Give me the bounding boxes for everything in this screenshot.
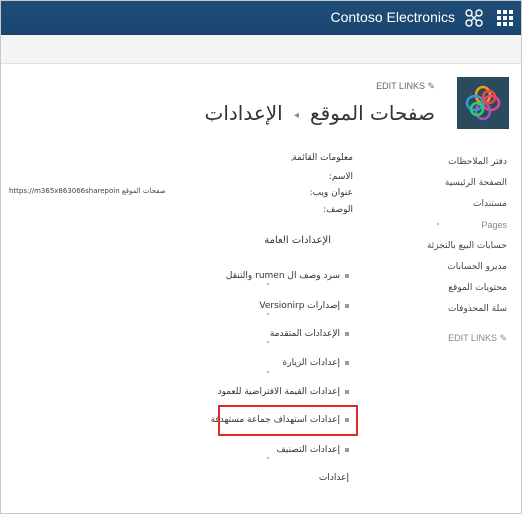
site-logo[interactable] — [457, 77, 509, 129]
pencil-icon: ✎ — [496, 333, 507, 343]
suite-bar: Contoso Electronics — [1, 1, 521, 35]
nav-item-documents[interactable]: مستندات — [387, 197, 507, 218]
bullet-icon — [345, 389, 349, 394]
nav-item-site-contents[interactable]: محتويات الموقع — [387, 281, 507, 302]
setting-label: إصدارات Versionirp — [259, 301, 340, 311]
list-info-title: معلومات القائمة — [292, 153, 353, 163]
nav-item-retail-accounts[interactable]: حسابات البيع بالتجزئة — [387, 239, 507, 260]
web-address-value: https://m365x863066sharepoin صفحات الموق… — [9, 187, 166, 195]
highlight-box — [218, 405, 358, 436]
edit-links-nav[interactable]: ✎ EDIT LINKS — [448, 333, 507, 344]
breadcrumb-site[interactable]: صفحات الموقع — [310, 101, 435, 125]
dot-mark — [267, 341, 269, 343]
bullet-icon — [345, 331, 349, 336]
nav-item-home[interactable]: الصفحة الرئيسية — [387, 176, 507, 197]
setting-generic[interactable]: إعدادات — [319, 473, 349, 483]
edit-links-top[interactable]: ✎ EDIT LINKS — [376, 81, 435, 92]
setting-validation[interactable]: إعدادات الزيارة — [283, 358, 349, 368]
general-settings-title: الإعدادات العامة — [264, 235, 331, 246]
bullet-icon — [345, 273, 349, 278]
pencil-icon: ✎ — [424, 81, 435, 91]
setting-label: سرد وصف ال rumen والتنقل — [225, 271, 340, 281]
dot-mark — [267, 313, 269, 315]
setting-label: الإعدادات المتقدمة — [269, 329, 340, 339]
left-nav: دفتر الملاحظات الصفحة الرئيسية مستندات P… — [387, 155, 507, 323]
edit-links-label: EDIT LINKS — [376, 81, 425, 91]
setting-label: إعدادات — [318, 473, 349, 483]
bullet-icon — [345, 303, 349, 308]
setting-advanced[interactable]: الإعدادات المتقدمة — [270, 329, 349, 339]
dot-mark — [267, 371, 269, 373]
nav-item-pages[interactable]: Pages — [387, 218, 507, 239]
setting-versioning[interactable]: إصدارات Versionirp — [259, 301, 349, 311]
web-address-label: عنوان ويب: — [309, 188, 353, 198]
bullet-icon — [345, 447, 349, 452]
contoso-logo-icon[interactable] — [465, 9, 483, 27]
browser-frame: Contoso Electronics ✎ EDIT LINKS صفحات ا… — [0, 0, 522, 514]
dot-mark — [291, 159, 293, 161]
name-label: الاسم: — [328, 172, 353, 182]
ribbon-bar — [1, 35, 521, 64]
suite-title[interactable]: Contoso Electronics — [330, 9, 455, 25]
dot-mark — [437, 223, 439, 225]
bullet-icon — [345, 360, 349, 365]
app-launcher-icon[interactable] — [497, 10, 513, 26]
setting-label: إعدادات القيمة الافتراضية للعمود — [217, 387, 340, 397]
nav-item-recycle-bin[interactable]: سلة المحذوفات — [387, 302, 507, 323]
dot-mark — [267, 283, 269, 285]
dot-mark — [211, 120, 213, 122]
setting-list-name[interactable]: سرد وصف ال rumen والتنقل — [226, 271, 349, 281]
chevron-icon: ◂ — [293, 110, 299, 121]
description-label: الوصف: — [323, 205, 353, 215]
breadcrumb: صفحات الموقع ◂ الإعدادات — [204, 101, 435, 125]
edit-links-label: EDIT LINKS — [448, 333, 497, 343]
dot-mark — [283, 241, 285, 243]
setting-rating[interactable]: إعدادات التصنيف — [277, 445, 349, 455]
setting-column-default[interactable]: إعدادات القيمة الافتراضية للعمود — [218, 387, 349, 397]
setting-label: إعدادات الزيارة — [282, 358, 340, 368]
setting-label: إعدادات التصنيف — [276, 445, 340, 455]
page-title: الإعدادات — [204, 101, 283, 125]
nav-item-notebook[interactable]: دفتر الملاحظات — [387, 155, 507, 176]
nav-item-account-managers[interactable]: مديرو الحسابات — [387, 260, 507, 281]
dot-mark — [267, 457, 269, 459]
